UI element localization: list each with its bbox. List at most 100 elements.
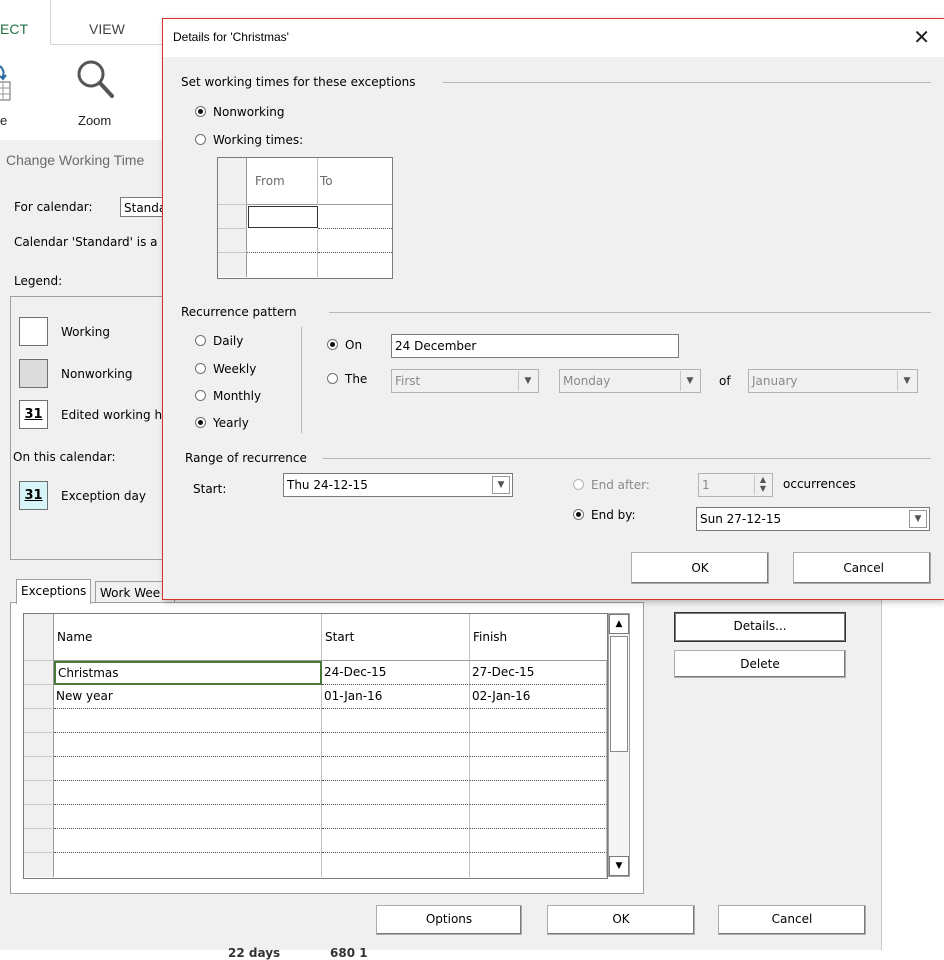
chevron-down-icon: ▼ — [909, 510, 927, 528]
table-cell-empty[interactable] — [470, 829, 607, 853]
table-cell-name[interactable]: Christmas — [54, 661, 322, 685]
working-times-radio[interactable]: Working times: — [195, 133, 303, 147]
row-header[interactable] — [24, 661, 54, 685]
column-header-from: From — [247, 158, 318, 205]
table-cell-empty[interactable] — [54, 805, 322, 829]
weekly-radio[interactable]: Weekly — [195, 362, 256, 376]
table-cell-empty[interactable] — [470, 733, 607, 757]
occurrences-value: 1 — [702, 478, 710, 492]
edited-working-swatch: 31 — [19, 400, 48, 429]
chevron-down-icon: ▼ — [897, 371, 916, 391]
time-cell-to[interactable] — [318, 205, 392, 229]
table-cell-start[interactable]: 01-Jan-16 — [322, 685, 470, 709]
row-header[interactable] — [24, 853, 54, 877]
monthly-radio[interactable]: Monthly — [195, 389, 261, 403]
table-cell-empty[interactable] — [54, 853, 322, 877]
table-cell-empty[interactable] — [322, 757, 470, 781]
month-select[interactable]: January ▼ — [748, 369, 918, 393]
occurrences-stepper[interactable]: 1 ▲ ▼ — [698, 473, 773, 497]
tab-exceptions[interactable]: Exceptions — [16, 579, 92, 604]
scroll-down-arrow-icon[interactable]: ▼ — [609, 856, 629, 876]
yearly-the-radio[interactable]: The — [327, 372, 367, 386]
time-cell-to[interactable] — [318, 253, 392, 277]
chevron-down-icon: ▼ — [492, 476, 510, 494]
column-header-start[interactable]: Start — [322, 614, 470, 661]
table-cell-empty[interactable] — [470, 805, 607, 829]
end-by-date-select[interactable]: Sun 27-12-15 ▼ — [696, 507, 930, 531]
table-cell-finish[interactable]: 02-Jan-16 — [470, 685, 607, 709]
row-header[interactable] — [24, 733, 54, 757]
table-scrollbar[interactable]: ▲ ▼ — [608, 613, 630, 877]
row-header[interactable] — [24, 685, 54, 709]
calendar-arrow-icon[interactable] — [0, 62, 14, 104]
close-icon[interactable]: ✕ — [913, 25, 930, 49]
scroll-up-arrow-icon[interactable]: ▲ — [609, 614, 629, 634]
start-date-select[interactable]: Thu 24-12-15 ▼ — [283, 473, 513, 497]
row-header[interactable] — [24, 829, 54, 853]
end-by-label: End by: — [591, 508, 636, 522]
table-cell-empty[interactable] — [322, 829, 470, 853]
magnifier-icon[interactable] — [74, 58, 118, 104]
time-cell-from[interactable] — [247, 253, 318, 277]
table-cell-empty[interactable] — [470, 781, 607, 805]
row-header[interactable] — [24, 709, 54, 733]
scroll-thumb[interactable] — [610, 636, 628, 752]
table-cell-empty[interactable] — [54, 733, 322, 757]
options-button[interactable]: Options — [376, 905, 522, 935]
table-cell-start[interactable]: 24-Dec-15 — [322, 661, 470, 685]
end-by-radio[interactable]: End by: — [573, 508, 636, 522]
table-cell-empty[interactable] — [470, 757, 607, 781]
column-header-finish[interactable]: Finish — [470, 614, 607, 661]
time-cell-from[interactable] — [247, 229, 318, 253]
yearly-radio[interactable]: Yearly — [195, 416, 249, 430]
zoom-button-label: Zoom — [78, 113, 112, 128]
weekday-select[interactable]: Monday ▼ — [559, 369, 701, 393]
ok-button[interactable]: OK — [547, 905, 695, 935]
table-cell-empty[interactable] — [322, 853, 470, 877]
time-cell-to[interactable] — [318, 229, 392, 253]
ordinal-select[interactable]: First ▼ — [391, 369, 539, 393]
table-cell-empty[interactable] — [470, 853, 607, 877]
row-header — [218, 253, 247, 277]
time-grid-corner — [218, 158, 247, 205]
table-cell-empty[interactable] — [322, 709, 470, 733]
dialog-cancel-button[interactable]: Cancel — [793, 552, 931, 584]
ribbon-tab-project[interactable]: ECT — [0, 0, 51, 45]
dialog-ok-button[interactable]: OK — [631, 552, 769, 584]
table-cell-empty[interactable] — [54, 709, 322, 733]
start-label: Start: — [193, 482, 227, 496]
time-cell-from[interactable] — [248, 206, 318, 228]
row-header[interactable] — [24, 805, 54, 829]
end-after-radio[interactable]: End after: — [573, 478, 650, 492]
delete-button[interactable]: Delete — [674, 650, 846, 678]
table-cell-empty[interactable] — [322, 805, 470, 829]
section-divider — [323, 458, 931, 459]
details-button[interactable]: Details... — [674, 612, 846, 642]
radio-dot — [573, 479, 584, 490]
table-cell-empty[interactable] — [54, 829, 322, 853]
table-cell-empty[interactable] — [54, 757, 322, 781]
yearly-on-radio[interactable]: On — [327, 338, 362, 352]
cancel-button[interactable]: Cancel — [718, 905, 866, 935]
table-cell-empty[interactable] — [54, 781, 322, 805]
table-cell-name[interactable]: New year — [54, 685, 322, 709]
radio-dot — [573, 509, 584, 520]
legend-edited-label: Edited working h — [61, 408, 163, 422]
working-times-section-label: Set working times for these exceptions — [181, 75, 416, 89]
daily-radio-label: Daily — [213, 334, 244, 348]
row-header[interactable] — [24, 781, 54, 805]
ribbon-tab-view[interactable]: VIEW — [89, 0, 139, 44]
working-times-grid: From To — [217, 157, 393, 279]
radio-dot — [195, 134, 206, 145]
table-cell-empty[interactable] — [322, 781, 470, 805]
nonworking-radio[interactable]: Nonworking — [195, 105, 285, 119]
yearly-on-label: On — [345, 338, 363, 352]
stepper-arrows-icon: ▲ ▼ — [754, 475, 771, 495]
table-cell-finish[interactable]: 27-Dec-15 — [470, 661, 607, 685]
column-header-name[interactable]: Name — [54, 614, 322, 661]
row-header[interactable] — [24, 757, 54, 781]
table-cell-empty[interactable] — [322, 733, 470, 757]
table-cell-empty[interactable] — [470, 709, 607, 733]
yearly-on-date-input[interactable]: 24 December — [391, 334, 679, 358]
daily-radio[interactable]: Daily — [195, 334, 243, 348]
